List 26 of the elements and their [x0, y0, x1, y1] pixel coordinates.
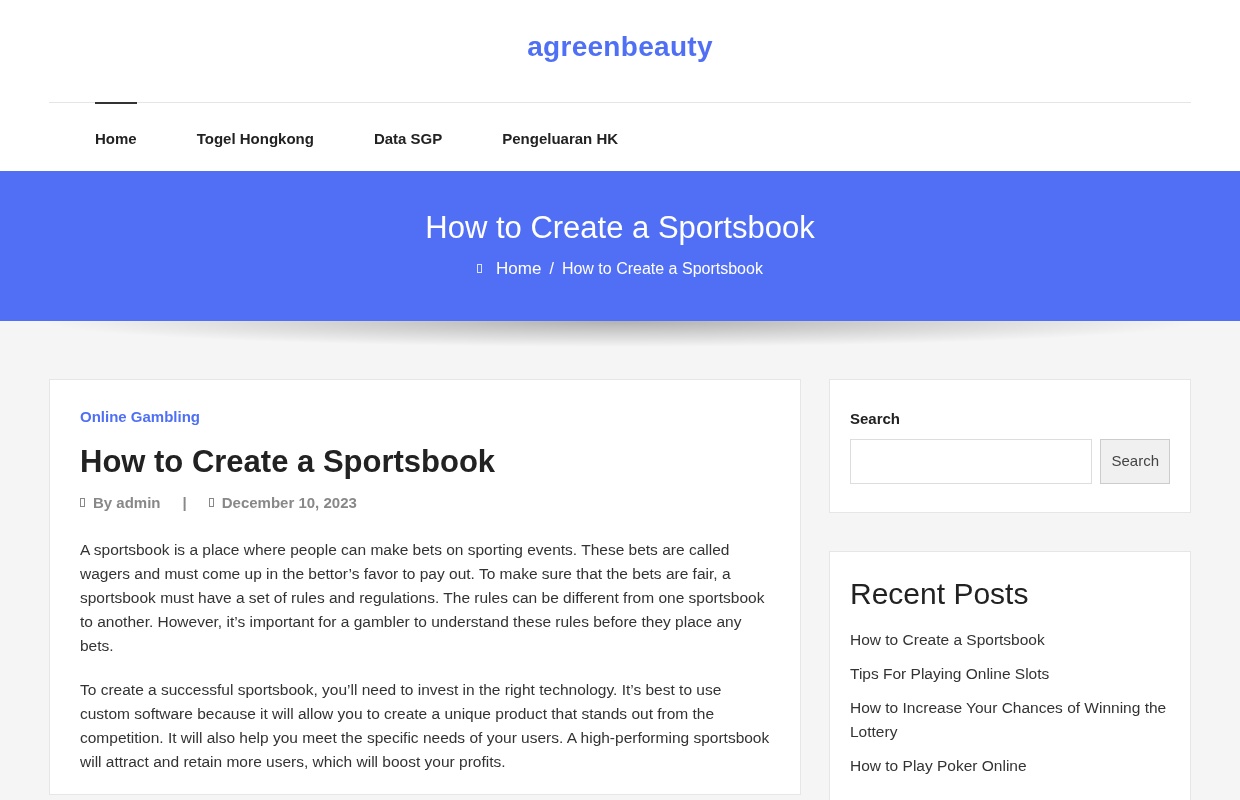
post-paragraph: To create a successful sportsbook, you’ll need to invest in the right technology. It’s best to use custom software because it will allow you to create a unique product that stands out from the competition. It will also help you meet the specific needs of your users. A high-performing sportsbook will attract and retain more users, which will boost your profits. — [80, 680, 770, 773]
category-link[interactable]: Online Gambling — [80, 408, 200, 425]
search-button[interactable]: Search — [1100, 438, 1170, 484]
breadcrumb-separator: / — [549, 258, 554, 279]
site-title[interactable]: agreenbeauty — [527, 0, 713, 102]
breadcrumb-link[interactable]: Home — [496, 256, 542, 282]
glyph-box-icon — [80, 498, 85, 508]
post-date: December 10, 2023 — [221, 492, 357, 513]
breadcrumb-current: How to Create a Sportsbook — [561, 258, 763, 279]
glyph-box-icon — [477, 264, 483, 274]
glyph-box-icon — [208, 498, 214, 508]
post-paragraph: A sportsbook is a place where people can make bets on sporting events. These bets are called wagers and must come up in the bettor’s favor to pay out. To make sure that the bets are fair, a sportsbook must have a set of rules and regulations. The rules can be different from one sportsbook to another. However, it’s important for a gambler to understand these rules before they place any bets. — [80, 540, 766, 657]
nav-link[interactable]: Pengeluaran HK — [502, 102, 619, 171]
recent-post-link[interactable]: How to Increase Your Chances of Winning the Lottery — [850, 695, 1170, 744]
recent-post-link[interactable]: Tips For Playing Online Slots — [850, 661, 1170, 686]
post-title: How to Create a Sportsbook — [80, 442, 497, 480]
search-label: Search — [850, 409, 902, 429]
search-field[interactable] — [850, 438, 1093, 484]
nav-link[interactable]: Togel Hongkong — [196, 102, 314, 171]
page-title: How to Create a Sportsbook — [424, 209, 816, 247]
recent-post-link[interactable]: How to Play Poker Online — [850, 753, 1170, 778]
meta-separator: | — [182, 492, 187, 513]
author-link[interactable]: By admin — [93, 491, 161, 515]
widget-title: Recent Posts — [850, 575, 1030, 612]
nav-link[interactable]: Data SGP — [373, 102, 443, 171]
recent-post-link[interactable]: How to Create a Sportsbook — [850, 627, 1170, 652]
